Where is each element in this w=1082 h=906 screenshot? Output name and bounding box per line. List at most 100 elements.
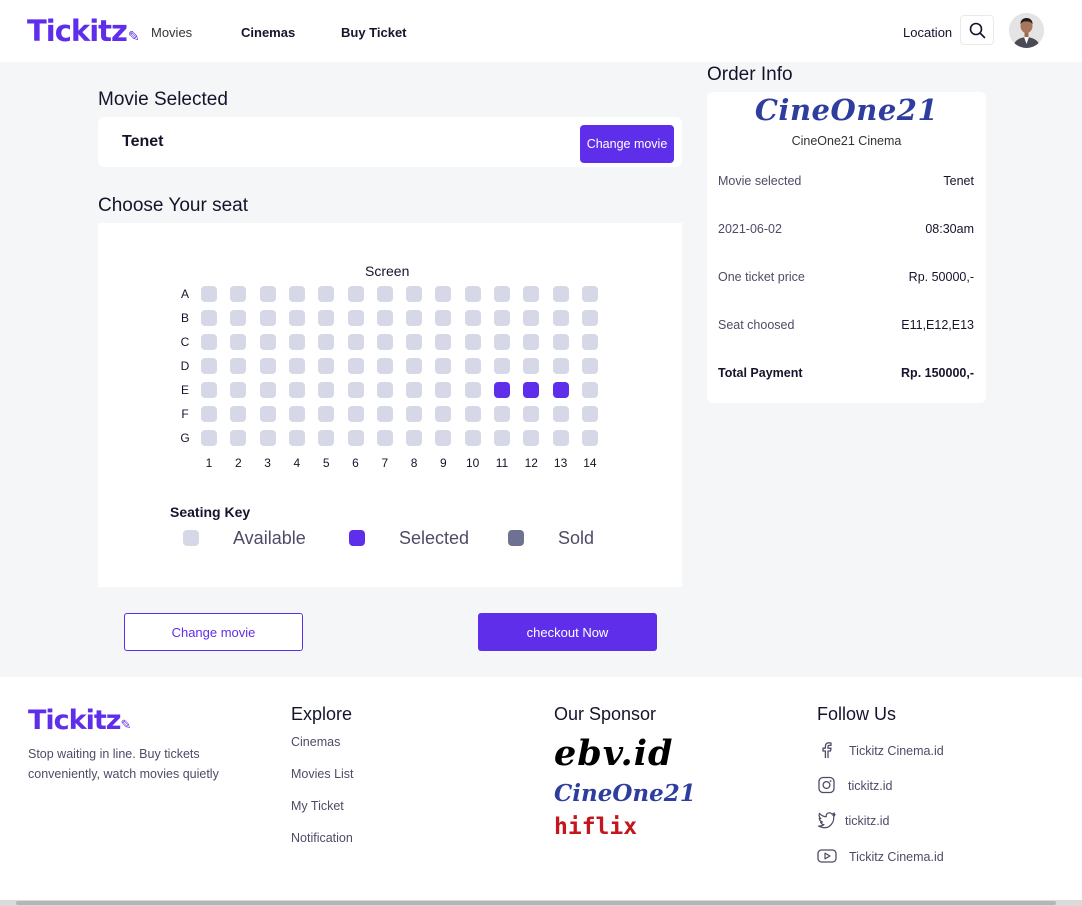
- seat-A3[interactable]: [259, 286, 276, 302]
- seat-F6[interactable]: [347, 406, 364, 422]
- footer-link-notification[interactable]: Notification: [291, 831, 353, 845]
- scrollbar-thumb[interactable]: [16, 901, 1056, 905]
- nav-buy-ticket[interactable]: Buy Ticket: [341, 25, 407, 40]
- seat-F14[interactable]: [581, 406, 598, 422]
- seat-G8[interactable]: [406, 430, 423, 446]
- seat-E3[interactable]: [259, 382, 276, 398]
- seat-F3[interactable]: [259, 406, 276, 422]
- seat-D4[interactable]: [288, 358, 305, 374]
- seat-A9[interactable]: [435, 286, 452, 302]
- seat-B5[interactable]: [318, 310, 335, 326]
- seat-B9[interactable]: [435, 310, 452, 326]
- seat-F1[interactable]: [201, 406, 217, 422]
- seat-G14[interactable]: [581, 430, 598, 446]
- seat-F8[interactable]: [406, 406, 423, 422]
- search-button[interactable]: [960, 15, 994, 45]
- seat-B2[interactable]: [230, 310, 247, 326]
- seat-G9[interactable]: [435, 430, 452, 446]
- change-movie-button-top[interactable]: Change movie: [580, 125, 674, 163]
- seat-B6[interactable]: [347, 310, 364, 326]
- seat-D2[interactable]: [230, 358, 247, 374]
- seat-G11[interactable]: [494, 430, 510, 446]
- seat-G3[interactable]: [259, 430, 276, 446]
- checkout-button[interactable]: checkout Now: [478, 613, 657, 651]
- footer-link-cinemas[interactable]: Cinemas: [291, 735, 340, 749]
- seat-D9[interactable]: [435, 358, 452, 374]
- seat-D11[interactable]: [494, 358, 510, 374]
- seat-D1[interactable]: [201, 358, 217, 374]
- avatar[interactable]: [1009, 13, 1044, 48]
- seat-C6[interactable]: [347, 334, 364, 350]
- seat-E12[interactable]: [523, 382, 540, 398]
- seat-E6[interactable]: [347, 382, 364, 398]
- seat-B10[interactable]: [464, 310, 481, 326]
- seat-A10[interactable]: [464, 286, 481, 302]
- seat-B12[interactable]: [523, 310, 540, 326]
- seat-G10[interactable]: [464, 430, 481, 446]
- footer-link-movies-list[interactable]: Movies List: [291, 767, 354, 781]
- seat-A2[interactable]: [230, 286, 247, 302]
- seat-C11[interactable]: [494, 334, 510, 350]
- seat-E9[interactable]: [435, 382, 452, 398]
- seat-G13[interactable]: [552, 430, 569, 446]
- seat-E13[interactable]: [552, 382, 569, 398]
- seat-B3[interactable]: [259, 310, 276, 326]
- seat-F10[interactable]: [464, 406, 481, 422]
- seat-A7[interactable]: [376, 286, 393, 302]
- seat-F9[interactable]: [435, 406, 452, 422]
- change-movie-button[interactable]: Change movie: [124, 613, 303, 651]
- seat-G6[interactable]: [347, 430, 364, 446]
- seat-B4[interactable]: [288, 310, 305, 326]
- seat-D8[interactable]: [406, 358, 423, 374]
- seat-C3[interactable]: [259, 334, 276, 350]
- tickitz-logo[interactable]: Tickitz✎: [27, 14, 140, 48]
- seat-A13[interactable]: [552, 286, 569, 302]
- footer-link-my-ticket[interactable]: My Ticket: [291, 799, 344, 813]
- seat-C1[interactable]: [201, 334, 217, 350]
- seat-C9[interactable]: [435, 334, 452, 350]
- seat-C13[interactable]: [552, 334, 569, 350]
- nav-cinemas[interactable]: Cinemas: [241, 25, 295, 40]
- seat-E8[interactable]: [406, 382, 423, 398]
- seat-F5[interactable]: [318, 406, 335, 422]
- seat-C4[interactable]: [288, 334, 305, 350]
- seat-E4[interactable]: [288, 382, 305, 398]
- seat-F12[interactable]: [523, 406, 540, 422]
- seat-F13[interactable]: [552, 406, 569, 422]
- seat-B14[interactable]: [581, 310, 598, 326]
- seat-A14[interactable]: [581, 286, 598, 302]
- seat-E7[interactable]: [376, 382, 393, 398]
- seat-B11[interactable]: [494, 310, 510, 326]
- seat-A12[interactable]: [523, 286, 540, 302]
- seat-E14[interactable]: [581, 382, 598, 398]
- seat-A4[interactable]: [288, 286, 305, 302]
- seat-D3[interactable]: [259, 358, 276, 374]
- seat-C2[interactable]: [230, 334, 247, 350]
- seat-A8[interactable]: [406, 286, 423, 302]
- seat-B13[interactable]: [552, 310, 569, 326]
- seat-D12[interactable]: [523, 358, 540, 374]
- nav-movies[interactable]: Movies: [151, 25, 192, 40]
- seat-A11[interactable]: [494, 286, 510, 302]
- seat-A1[interactable]: [201, 286, 217, 302]
- seat-C5[interactable]: [318, 334, 335, 350]
- seat-C14[interactable]: [581, 334, 598, 350]
- footer-logo[interactable]: Tickitz✎: [28, 705, 131, 736]
- seat-A6[interactable]: [347, 286, 364, 302]
- seat-B7[interactable]: [376, 310, 393, 326]
- seat-B8[interactable]: [406, 310, 423, 326]
- seat-D13[interactable]: [552, 358, 569, 374]
- seat-E5[interactable]: [318, 382, 335, 398]
- seat-E11[interactable]: [494, 382, 510, 398]
- seat-F4[interactable]: [288, 406, 305, 422]
- seat-F2[interactable]: [230, 406, 247, 422]
- seat-G4[interactable]: [288, 430, 305, 446]
- seat-B1[interactable]: [201, 310, 217, 326]
- seat-F7[interactable]: [376, 406, 393, 422]
- seat-G2[interactable]: [230, 430, 247, 446]
- seat-A5[interactable]: [318, 286, 335, 302]
- seat-G5[interactable]: [318, 430, 335, 446]
- seat-C8[interactable]: [406, 334, 423, 350]
- location-dropdown[interactable]: Location: [903, 25, 952, 40]
- seat-E1[interactable]: [201, 382, 217, 398]
